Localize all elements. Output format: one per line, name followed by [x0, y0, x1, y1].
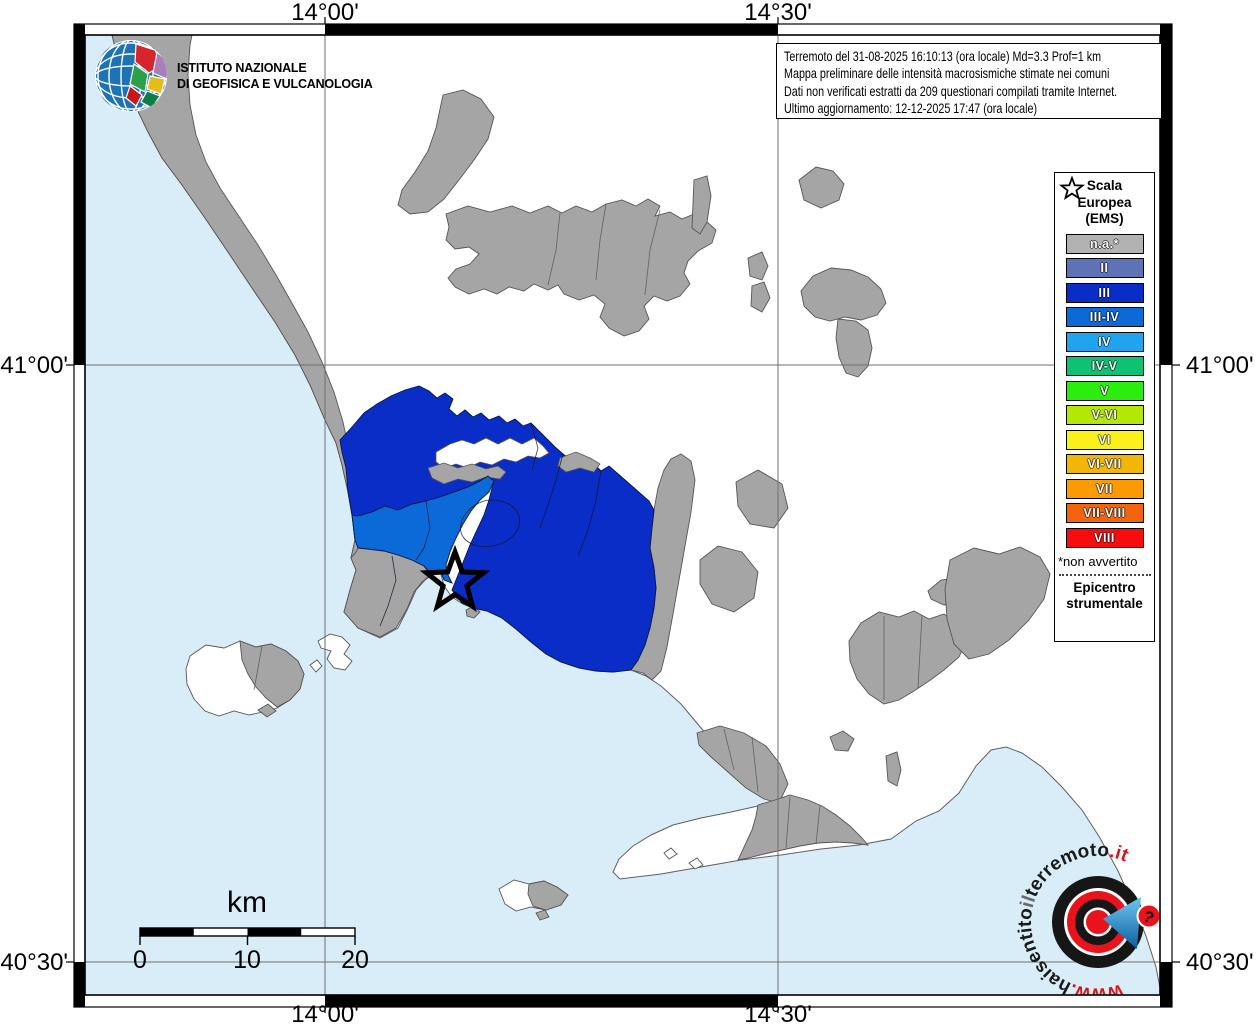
lat-label-right-top: 41°00': [1186, 352, 1254, 379]
lon-label-bottom-left: 14°00': [291, 1001, 359, 1024]
legend-chips: n.a.* II III III-IV IV IV-V V V-VI VI VI…: [1065, 233, 1144, 548]
info-line-map-type: Mappa preliminare delle intensità macros…: [784, 66, 1110, 82]
earthquake-info-box: Terremoto del 31-08-2025 16:10:13 (ora l…: [776, 43, 1162, 119]
info-line-updated: Ultimo aggiornamento: 12-12-2025 17:47 (…: [784, 101, 1038, 117]
legend-chip-III: III: [1065, 282, 1144, 303]
legend-chip-IV-V: IV-V: [1065, 356, 1144, 376]
intensity-legend: Scala Europea (EMS) n.a.* II III III-IV …: [1054, 172, 1155, 642]
scale-tick-0: 0: [133, 946, 147, 974]
scale-tick-10: 10: [233, 946, 261, 974]
legend-footnote: *non avvertito: [1058, 553, 1138, 569]
legend-divider: [1058, 573, 1151, 576]
info-line-data-source: Dati non verificati estratti da 209 ques…: [784, 83, 1118, 99]
scale-tick-20: 20: [341, 946, 369, 974]
lon-label-bottom-right: 14°30': [744, 1001, 812, 1024]
legend-chip-VI: VI: [1065, 429, 1144, 450]
ingv-name-line1: ISTITUTO NAZIONALE: [177, 61, 307, 75]
legend-chip-IV: IV: [1065, 331, 1144, 352]
legend-chip-II: II: [1065, 258, 1144, 278]
epicenter-star-icon: [1059, 175, 1085, 200]
lat-label-right-bottom: 40°30': [1186, 949, 1254, 976]
scale-bar-unit: km: [227, 886, 267, 919]
legend-chip-V: V: [1065, 380, 1144, 401]
lon-label-top-right: 14°30': [744, 0, 812, 26]
epicenter-label-line2: strumentale: [1066, 596, 1143, 611]
legend-chip-na: n.a.*: [1065, 233, 1144, 254]
legend-title-line3: (EMS): [1085, 211, 1124, 226]
legend-chip-V-VI: V-VI: [1065, 405, 1144, 425]
macroseismic-map-page: km 0 10 20 ? www.haisentitoilterremoto.i…: [0, 0, 1257, 1024]
ingv-name-line2: DI GEOFISICA E VULCANOLOGIA: [177, 77, 373, 91]
legend-chip-VI-VII: VI-VII: [1065, 454, 1144, 474]
legend-chip-VII-VIII: VII-VIII: [1065, 503, 1144, 523]
legend-chip-III-IV: III-IV: [1065, 307, 1144, 327]
info-line-event: Terremoto del 31-08-2025 16:10:13 (ora l…: [784, 49, 1102, 64]
lat-label-left-top: 41°00': [0, 352, 68, 379]
map-area: km 0 10 20 ? www.haisentitoilterremoto.i…: [85, 35, 1160, 995]
epicenter-label-line1: Epicentro: [1073, 579, 1136, 595]
epicenter-legend-label: Epicentro strumentale: [1066, 580, 1143, 613]
legend-chip-VII: VII: [1065, 478, 1144, 499]
legend-chip-VIII: VIII: [1065, 527, 1144, 548]
lat-label-left-bottom: 40°30': [0, 949, 68, 976]
lon-label-top-left: 14°00': [291, 0, 359, 26]
